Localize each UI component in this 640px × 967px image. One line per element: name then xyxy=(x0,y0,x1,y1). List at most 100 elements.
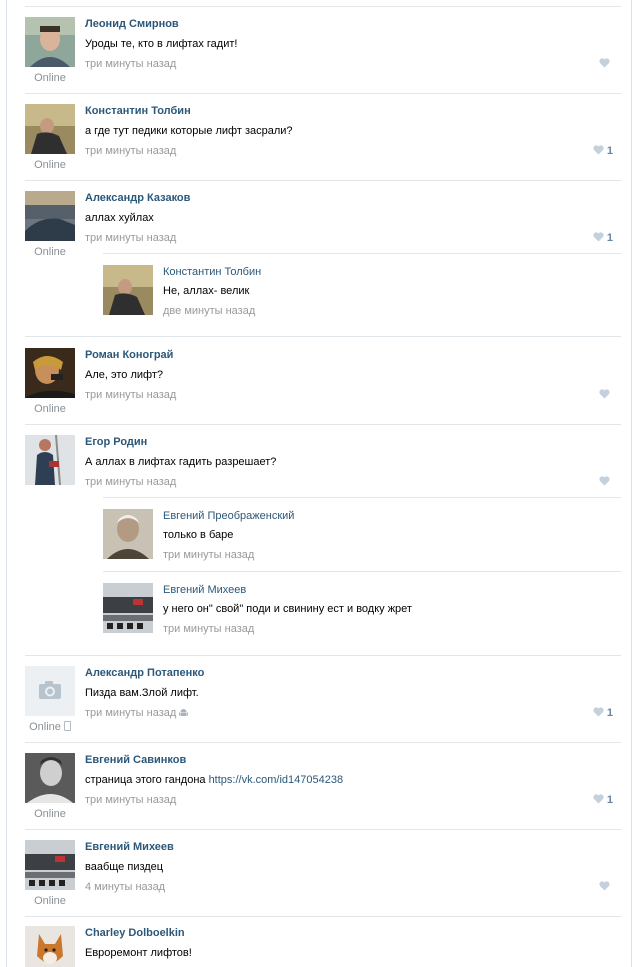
comment-divider xyxy=(25,655,621,656)
reply-author[interactable]: Евгений Преображенский xyxy=(163,510,294,522)
online-status: Online xyxy=(34,72,66,84)
like-button[interactable]: 1 xyxy=(593,232,613,244)
online-label: Online xyxy=(29,721,61,733)
like-button[interactable] xyxy=(599,476,613,488)
like-button[interactable] xyxy=(599,881,613,893)
comment-item: Online Роман Конограй Але, это лифт? три… xyxy=(25,348,621,425)
avatar[interactable] xyxy=(25,17,75,67)
heart-icon xyxy=(593,707,604,717)
mobile-phone-icon xyxy=(63,721,71,731)
avatar[interactable] xyxy=(103,583,153,633)
reply-author[interactable]: Евгений Михеев xyxy=(163,584,246,596)
like-button[interactable] xyxy=(599,389,613,401)
comment-divider xyxy=(25,336,621,337)
comment-text: Евроремонт лифтов! xyxy=(85,947,192,959)
avatar[interactable] xyxy=(25,666,75,716)
reply-divider xyxy=(103,571,621,572)
reply-date[interactable]: три минуты назад xyxy=(163,549,254,561)
comment-item: Online Леонид Смирнов Уроды те, кто в ли… xyxy=(25,17,621,94)
avatar[interactable] xyxy=(25,104,75,154)
comment-date[interactable]: 4 минуты назад xyxy=(85,881,165,893)
comment-divider xyxy=(25,742,621,743)
comment-date[interactable]: три минуты назад xyxy=(85,145,176,157)
comment-date[interactable]: три минуты назад xyxy=(85,707,189,719)
online-status: Online xyxy=(34,403,66,415)
like-count: 1 xyxy=(606,232,613,244)
reply-text: только в баре xyxy=(163,529,234,541)
like-count: 1 xyxy=(606,707,613,719)
like-count: 1 xyxy=(606,794,613,806)
avatar[interactable] xyxy=(25,348,75,398)
avatar[interactable] xyxy=(25,926,75,967)
like-button[interactable]: 1 xyxy=(593,145,613,157)
reply-author[interactable]: Константин Толбин xyxy=(163,266,261,278)
reply-divider xyxy=(103,497,621,498)
like-count: 1 xyxy=(606,145,613,157)
heart-icon xyxy=(593,794,604,804)
comment-divider xyxy=(25,180,621,181)
comment-item: Егор Родин А аллах в лифтах гадить разре… xyxy=(25,435,621,656)
reply-date[interactable]: три минуты назад xyxy=(163,623,254,635)
comment-item: Charley Dolboelkin Евроремонт лифтов! xyxy=(25,926,621,967)
comment-author[interactable]: Евгений Савинков xyxy=(85,754,186,766)
comment-date-label: три минуты назад xyxy=(85,707,177,719)
comment-author[interactable]: Егор Родин xyxy=(85,436,147,448)
comment-text: ваабще пиздец xyxy=(85,861,164,873)
comment-author[interactable]: Евгений Михеев xyxy=(85,841,174,853)
comment-text: Уроды те, кто в лифтах гадит! xyxy=(85,38,238,50)
comment-date[interactable]: три минуты назад xyxy=(85,232,176,244)
reply-text: Не, аллах- велик xyxy=(163,285,250,297)
comment-divider xyxy=(25,829,621,830)
online-status: Online xyxy=(34,246,66,258)
profile-link[interactable]: https://vk.com/id147054238 xyxy=(209,774,344,786)
reply-divider xyxy=(103,253,621,254)
heart-icon xyxy=(593,232,604,242)
comment-text: Пизда вам.Злой лифт. xyxy=(85,687,199,699)
comment-text: а где тут педики которые лифт засрали? xyxy=(85,125,293,137)
heart-icon xyxy=(599,881,610,891)
avatar[interactable] xyxy=(103,265,153,315)
comment-author[interactable]: Константин Толбин xyxy=(85,105,191,117)
reply-item: Константин Толбин Не, аллах- велик две м… xyxy=(103,265,621,325)
online-status: Online xyxy=(34,808,66,820)
comment-date[interactable]: три минуты назад xyxy=(85,389,176,401)
comment-author[interactable]: Charley Dolboelkin xyxy=(85,927,185,939)
comment-date[interactable]: три минуты назад xyxy=(85,476,176,488)
like-button[interactable]: 1 xyxy=(593,707,613,719)
comment-text-body: страница этого гандона xyxy=(85,774,209,786)
avatar[interactable] xyxy=(25,840,75,890)
comment-author[interactable]: Роман Конограй xyxy=(85,349,173,361)
avatar[interactable] xyxy=(25,191,75,241)
online-status: Online xyxy=(34,895,66,907)
reply-item: Евгений Михеев у него он" свой" поди и с… xyxy=(103,583,621,643)
comment-divider xyxy=(25,916,621,917)
heart-icon xyxy=(599,389,610,399)
comment-author[interactable]: Леонид Смирнов xyxy=(85,18,179,30)
comment-date[interactable]: три минуты назад xyxy=(85,794,176,806)
like-button[interactable]: 1 xyxy=(593,794,613,806)
comment-author[interactable]: Александр Потапенко xyxy=(85,667,204,679)
online-status: Online xyxy=(25,721,75,733)
camera-placeholder-icon xyxy=(25,666,75,716)
comment-author[interactable]: Александр Казаков xyxy=(85,192,190,204)
comment-item: Online Александр Казаков аллах хуйлах тр… xyxy=(25,191,621,337)
reply-text: у него он" свой" поди и свинину ест и во… xyxy=(163,603,412,615)
avatar[interactable] xyxy=(25,435,75,485)
comment-text: А аллах в лифтах гадить разрешает? xyxy=(85,456,277,468)
online-status: Online xyxy=(34,159,66,171)
comment-text: аллах хуйлах xyxy=(85,212,154,224)
comment-item: Online Александр Потапенко Пизда вам.Зло… xyxy=(25,666,621,743)
avatar[interactable] xyxy=(25,753,75,803)
avatar[interactable] xyxy=(103,509,153,559)
like-button[interactable] xyxy=(599,58,613,70)
heart-icon xyxy=(599,58,610,68)
reply-item: Евгений Преображенский только в баре три… xyxy=(103,509,621,569)
comment-divider xyxy=(25,424,621,425)
top-divider xyxy=(25,6,621,7)
comment-item: Online Константин Толбин а где тут педик… xyxy=(25,104,621,181)
reply-date[interactable]: две минуты назад xyxy=(163,305,255,317)
comment-date[interactable]: три минуты назад xyxy=(85,58,176,70)
comment-divider xyxy=(25,93,621,94)
comment-text: страница этого гандона https://vk.com/id… xyxy=(85,774,343,786)
heart-icon xyxy=(593,145,604,155)
